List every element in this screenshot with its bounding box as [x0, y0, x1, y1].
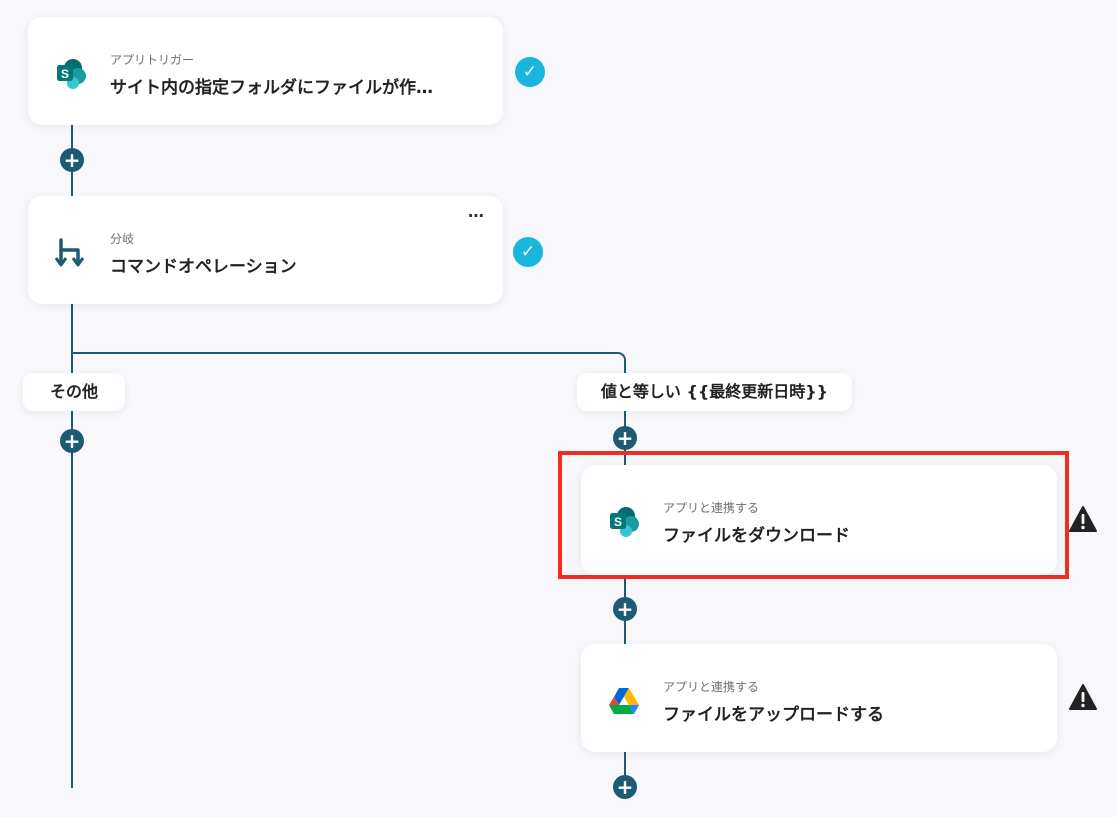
step-title: サイト内の指定フォルダにファイルが作成されたら: [110, 78, 440, 98]
step-category: アプリと連携する: [663, 680, 760, 694]
sharepoint-icon: S: [57, 59, 86, 89]
highlight-box: [558, 451, 1069, 579]
warning-icon: [1069, 506, 1097, 532]
warning-icon: [1069, 684, 1097, 710]
step-category: 分岐: [110, 232, 135, 246]
step-complete-check-icon: ✓: [513, 237, 543, 267]
google-drive-icon: [609, 688, 639, 714]
add-step-button-left-branch[interactable]: +: [60, 429, 84, 453]
step-title: ファイルをアップロードする: [663, 705, 884, 725]
branch-label-other[interactable]: その他: [23, 373, 125, 411]
step-category: アプリトリガー: [110, 53, 195, 67]
step-complete-check-icon: ✓: [515, 57, 545, 87]
step-card-upload[interactable]: アプリと連携する ファイルをアップロードする: [581, 644, 1057, 752]
step-card-branch[interactable]: 分岐 コマンドオペレーション ⋯: [28, 196, 503, 304]
add-step-button-after-upload[interactable]: +: [613, 775, 637, 799]
connector-line-branch-horizontal: [71, 352, 617, 354]
step-title: コマンドオペレーション: [110, 257, 297, 277]
flow-canvas: + + + + + S アプリトリガー サイト内の指定フォルダにファイルが作成さ…: [0, 0, 1117, 817]
more-options-icon[interactable]: ⋯: [468, 206, 485, 225]
add-step-button[interactable]: +: [60, 148, 84, 172]
branch-label-condition[interactable]: 値と等しい {{最終更新日時}}: [577, 373, 852, 411]
step-card-trigger[interactable]: S アプリトリガー サイト内の指定フォルダにファイルが作成されたら: [28, 17, 503, 125]
add-step-button-after-download[interactable]: +: [613, 597, 637, 621]
add-step-button-right-branch[interactable]: +: [613, 426, 637, 450]
svg-text:S: S: [61, 67, 69, 81]
branch-icon: [54, 238, 85, 267]
